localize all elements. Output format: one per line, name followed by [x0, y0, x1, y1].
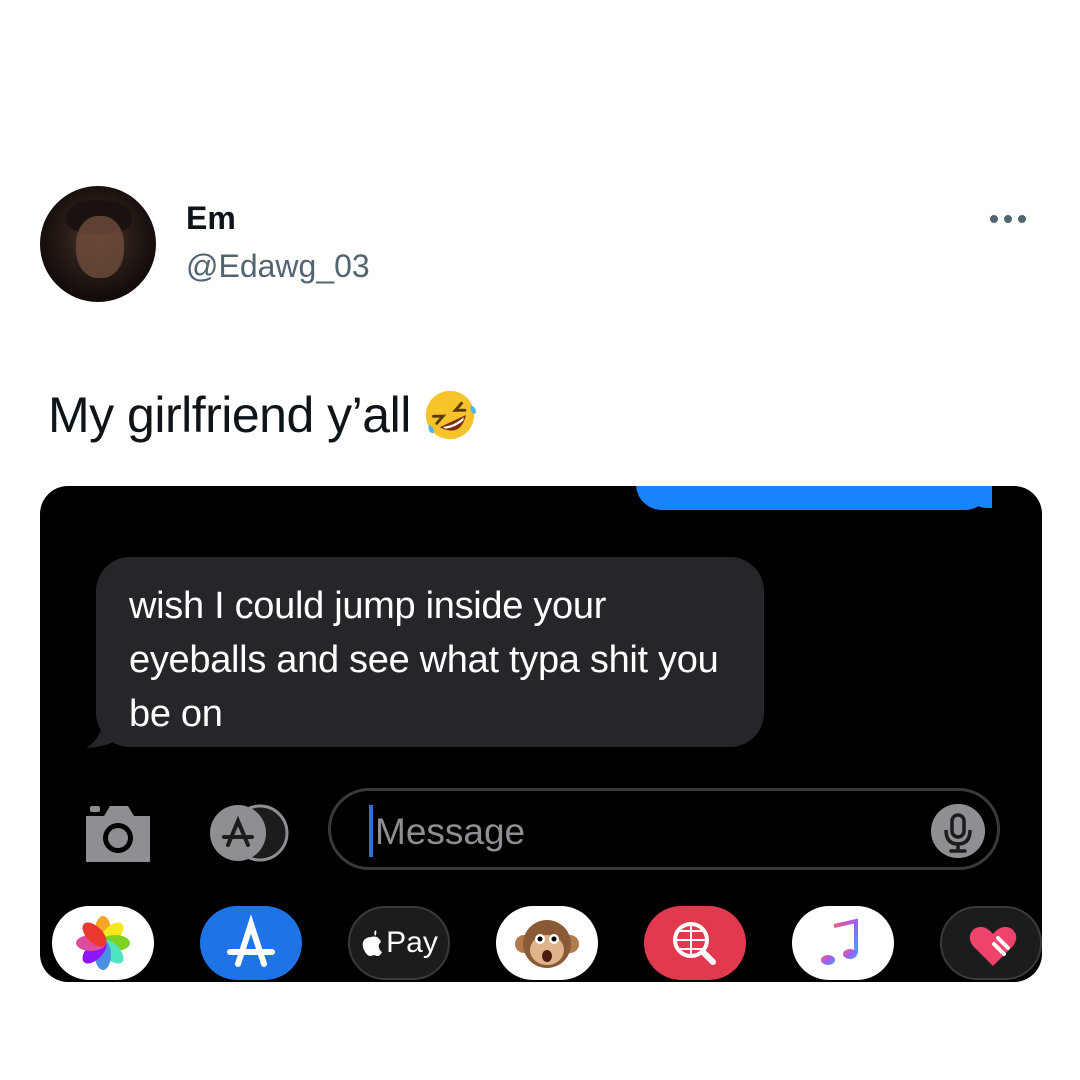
animoji-app-button[interactable] [496, 906, 598, 980]
tweet-body: My girlfriend y’all [48, 387, 411, 443]
image-search-app-button[interactable] [644, 906, 746, 980]
author-handle[interactable]: @Edawg_03 [186, 248, 370, 285]
photos-icon [76, 916, 130, 970]
camera-icon[interactable] [82, 802, 154, 864]
apple-pay-app-button[interactable]: Pay [348, 906, 450, 980]
avatar[interactable] [40, 186, 156, 302]
sent-message-bubble[interactable] [636, 486, 991, 510]
apple-pay-label: Pay [386, 926, 438, 959]
tweet-text: My girlfriend y’all [48, 386, 479, 444]
monkey-animoji-icon [515, 920, 579, 968]
received-message-bubble[interactable]: wish I could jump inside your eyeballs a… [96, 557, 764, 747]
music-app-button[interactable] [792, 906, 894, 980]
app-store-icon [227, 914, 275, 967]
app-store-button-icon[interactable] [202, 804, 290, 862]
globe-search-icon [673, 922, 716, 965]
digital-touch-app-button[interactable] [940, 906, 1042, 980]
app-store-app-button[interactable] [200, 906, 302, 980]
more-options-icon[interactable] [990, 204, 1034, 234]
photos-app-button[interactable] [52, 906, 154, 980]
avatar-face [76, 216, 124, 278]
rolling-laughing-emoji-icon [425, 390, 476, 440]
heart-touch-icon [969, 926, 1017, 966]
music-note-icon [821, 918, 858, 965]
apple-logo-icon [362, 930, 383, 956]
imessage-screenshot: wish I could jump inside your eyeballs a… [40, 486, 1042, 982]
microphone-icon[interactable] [931, 804, 985, 858]
author-name[interactable]: Em [186, 200, 236, 237]
message-input[interactable]: Message [328, 788, 1000, 870]
received-message-text: wish I could jump inside your eyeballs a… [129, 585, 719, 735]
text-cursor [369, 805, 373, 857]
imessage-app-drawer: Pay [40, 906, 1042, 982]
message-placeholder: Message [375, 811, 526, 852]
